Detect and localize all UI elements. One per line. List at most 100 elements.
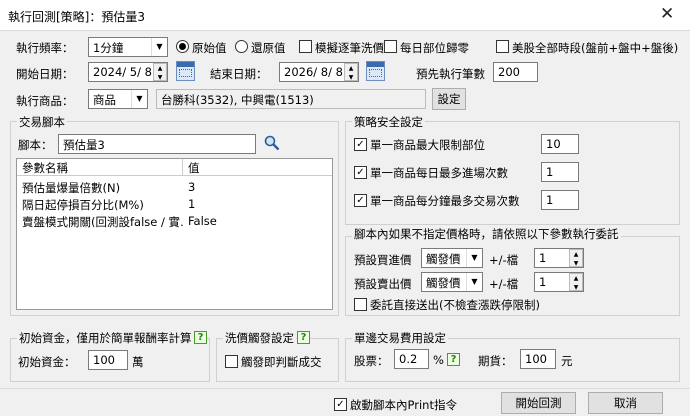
start-date-value: 2024/ 5/ 8 — [93, 65, 152, 79]
safety-input[interactable]: 1 — [541, 162, 579, 182]
help-icon[interactable]: ? — [447, 353, 460, 366]
param-name: 預估量爆量倍數(N) — [22, 181, 121, 195]
direct-send-label: 委託直接送出(不檢查漲跌停限制) — [370, 298, 540, 312]
checkbox-us-all-label: 美股全部時段(盤前+盤中+盤後) — [512, 41, 679, 55]
safety-label: 單一商品每日最多進場次數 — [370, 166, 508, 180]
product-list-field[interactable]: 台勝科(3532), 中興電(1513) — [156, 89, 426, 109]
capital-label: 初始資金： — [18, 355, 76, 369]
stock-fee-input[interactable]: 0.2 — [394, 349, 429, 369]
sell-price-select[interactable]: 觸發價 ▼ — [421, 272, 483, 292]
radio-restored[interactable] — [235, 40, 248, 53]
start-date-spinner[interactable]: ▲ ▼ — [153, 63, 167, 81]
start-backtest-button[interactable]: 開始回測 — [501, 392, 576, 414]
futures-fee-unit: 元 — [561, 354, 573, 368]
start-date-input[interactable]: 2024/ 5/ 8 ▲ ▼ — [88, 62, 168, 82]
param-value: 3 — [188, 180, 196, 194]
buy-price-label: 預設買進價 — [354, 253, 412, 267]
safety-group-title: 策略安全設定 — [352, 114, 425, 130]
script-input[interactable]: 預估量3 — [58, 134, 256, 154]
wash-label: 觸發即判斷成交 — [241, 355, 322, 369]
checkbox-tick-wash[interactable] — [299, 40, 312, 53]
end-date-spinner[interactable]: ▲ ▼ — [344, 63, 358, 81]
radio-original-label: 原始值 — [192, 41, 227, 55]
sell-price-value: 觸發價 — [426, 276, 461, 290]
search-icon[interactable] — [264, 135, 280, 151]
buy-tick-spinner[interactable]: ▲ ▼ — [569, 249, 583, 267]
radio-original[interactable] — [176, 40, 189, 53]
capital-group-title: 初始資金，僅用於簡單報酬率計算 — [17, 330, 194, 346]
futures-fee-label: 期貨： — [478, 354, 513, 368]
sell-tick-value: 1 — [539, 275, 547, 289]
table-row[interactable]: 預估量爆量倍數(N) 3 — [17, 179, 332, 196]
safety-checkbox[interactable]: ✓ — [354, 138, 367, 151]
set-button[interactable]: 設定 — [432, 88, 466, 110]
radio-selected-dot — [179, 43, 186, 50]
sell-price-label: 預設賣出價 — [354, 277, 412, 291]
checkbox-us-all[interactable] — [496, 40, 509, 53]
table-row[interactable]: 賣盤模式開關(回測設false / 實… False — [17, 213, 332, 230]
help-icon[interactable]: ? — [194, 331, 207, 344]
param-table-header: 參數名稱 值 — [17, 159, 332, 176]
stock-fee-unit: % — [433, 353, 444, 367]
footer-separator — [0, 388, 690, 389]
freq-value: 1分鐘 — [93, 41, 124, 55]
safety-label: 單一商品最大限制部位 — [370, 138, 485, 152]
radio-restored-label: 還原值 — [251, 41, 286, 55]
product-label: 執行商品： — [16, 94, 74, 108]
param-name: 隔日起停損百分比(M%) — [22, 198, 144, 212]
pre-exec-input[interactable]: 200 — [493, 62, 538, 82]
sell-tick-label: +/-檔 — [489, 277, 519, 291]
capital-input[interactable]: 100 — [88, 350, 128, 370]
product-type-select[interactable]: 商品 ▼ — [88, 89, 148, 109]
param-value: 1 — [188, 197, 196, 211]
print-label: 啟動腳本內Print指令 — [350, 398, 457, 412]
chevron-down-icon: ▼ — [466, 249, 482, 267]
chevron-down-icon: ▼ — [151, 38, 167, 56]
script-group-title: 交易腳本 — [17, 114, 67, 130]
buy-price-select[interactable]: 觸發價 ▼ — [421, 248, 483, 268]
close-icon[interactable]: ✕ — [660, 4, 674, 24]
wash-checkbox[interactable] — [225, 355, 238, 368]
safety-checkbox[interactable]: ✓ — [354, 166, 367, 179]
print-checkbox[interactable]: ✓ — [334, 398, 347, 411]
buy-tick-value: 1 — [539, 251, 547, 265]
cancel-button[interactable]: 取消 — [588, 392, 663, 414]
buy-tick-input[interactable]: 1 ▲ ▼ — [534, 248, 584, 268]
param-value: False — [188, 214, 217, 228]
safety-label: 單一商品每分鐘最多交易次數 — [370, 194, 520, 208]
checkbox-tick-wash-label: 模擬逐筆洗價 — [315, 41, 384, 55]
param-name: 賣盤模式開關(回測設false / 實… — [22, 215, 183, 229]
checkbox-daily-zero[interactable] — [384, 40, 397, 53]
product-type-value: 商品 — [93, 93, 116, 107]
col-param-name: 參數名稱 — [17, 159, 183, 175]
calendar-icon[interactable] — [176, 61, 195, 81]
help-icon[interactable]: ? — [297, 331, 310, 344]
chevron-down-icon: ▼ — [131, 90, 147, 108]
safety-checkbox[interactable]: ✓ — [354, 194, 367, 207]
end-date-input[interactable]: 2026/ 8/ 8 ▲ ▼ — [279, 62, 359, 82]
sell-tick-spinner[interactable]: ▲ ▼ — [569, 273, 583, 291]
freq-select[interactable]: 1分鐘 ▼ — [88, 37, 168, 57]
table-row[interactable]: 隔日起停損百分比(M%) 1 — [17, 196, 332, 213]
checkbox-daily-zero-label: 每日部位歸零 — [400, 41, 469, 55]
col-param-value: 值 — [188, 161, 200, 175]
sell-tick-input[interactable]: 1 ▲ ▼ — [534, 272, 584, 292]
fee-group-title: 單邊交易費用設定 — [352, 330, 448, 346]
direct-send-checkbox[interactable] — [354, 298, 367, 311]
end-date-value: 2026/ 8/ 8 — [284, 65, 343, 79]
wash-group-title: 洗價觸發設定 — [223, 330, 296, 346]
safety-input[interactable]: 10 — [541, 134, 579, 154]
safety-input[interactable]: 1 — [541, 190, 579, 210]
calendar-icon[interactable] — [366, 61, 385, 81]
script-label: 腳本： — [18, 138, 53, 152]
capital-unit: 萬 — [132, 355, 144, 369]
order-group-title: 腳本內如果不指定價格時，請依照以下參數執行委託 — [352, 226, 621, 242]
freq-label: 執行頻率： — [16, 41, 74, 55]
title-separator — [0, 30, 690, 31]
futures-fee-input[interactable]: 100 — [520, 349, 556, 369]
chevron-down-icon: ▼ — [466, 273, 482, 291]
end-date-label: 結束日期： — [210, 67, 268, 81]
param-table: 參數名稱 值 預估量爆量倍數(N) 3 隔日起停損百分比(M%) 1 賣盤模式開… — [16, 158, 333, 310]
pre-exec-label: 預先執行筆數 — [416, 67, 485, 81]
start-date-label: 開始日期： — [16, 67, 74, 81]
